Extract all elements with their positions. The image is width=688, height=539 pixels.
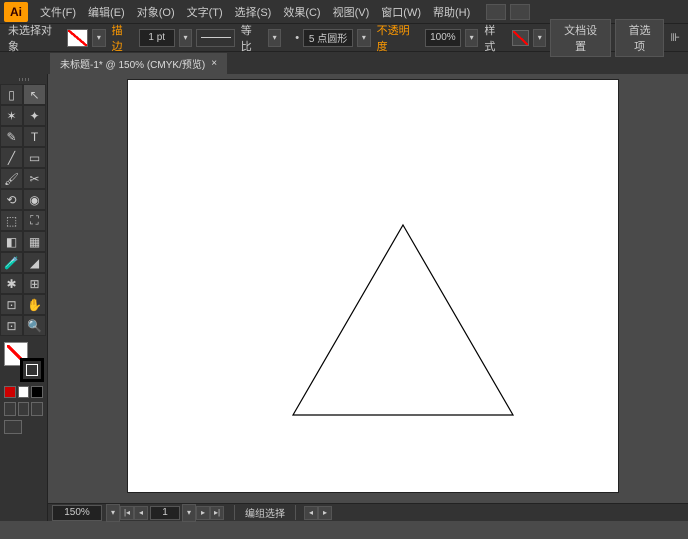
- blend-tool[interactable]: ◢: [23, 252, 46, 273]
- perspective-tool[interactable]: ⛶: [23, 210, 46, 231]
- print-tool[interactable]: ⊡: [0, 315, 23, 336]
- status-mode: 编组选择: [234, 505, 296, 520]
- shape-builder-tool[interactable]: ⬚: [0, 210, 23, 231]
- draw-inside[interactable]: [31, 402, 43, 416]
- canvas-area[interactable]: [48, 74, 688, 503]
- zoom-tool[interactable]: 🔍: [23, 315, 46, 336]
- brush-dropdown[interactable]: [357, 29, 371, 47]
- menu-help[interactable]: 帮助(H): [427, 4, 476, 20]
- selection-tool[interactable]: ↖: [23, 84, 46, 105]
- lasso-tool[interactable]: ✦: [23, 105, 46, 126]
- profile-dropdown[interactable]: [268, 29, 282, 47]
- nav-last[interactable]: ▸|: [210, 506, 224, 520]
- pen-tool[interactable]: ✎: [0, 126, 23, 147]
- profile-label: 等比: [239, 22, 264, 54]
- mesh-tool[interactable]: ◧: [0, 231, 23, 252]
- menu-object[interactable]: 对象(O): [131, 4, 181, 20]
- page-number[interactable]: 1: [150, 506, 180, 520]
- nav-first[interactable]: |◂: [120, 506, 134, 520]
- triangle-shape[interactable]: [288, 220, 518, 420]
- doc-setup-button[interactable]: 文档设置: [550, 19, 610, 57]
- opacity-label: 不透明度: [375, 22, 421, 54]
- menu-select[interactable]: 选择(S): [229, 4, 278, 20]
- status-bar: 150% |◂ ◂ 1 ▸ ▸| 编组选择 ◂ ▸: [48, 503, 688, 521]
- screen-mode[interactable]: [4, 420, 22, 434]
- selection-status: 未选择对象: [6, 22, 63, 54]
- stroke-profile[interactable]: [196, 29, 235, 47]
- more-options[interactable]: ⊪: [668, 31, 682, 44]
- artboard[interactable]: [128, 80, 618, 492]
- stroke-weight-input[interactable]: [139, 29, 175, 47]
- preferences-button[interactable]: 首选项: [615, 19, 665, 57]
- color-chip-red[interactable]: [4, 386, 16, 398]
- document-tab[interactable]: 未标题-1* @ 150% (CMYK/预览) ×: [50, 53, 227, 74]
- color-chip-none[interactable]: [31, 386, 43, 398]
- color-chip-white[interactable]: [18, 386, 30, 398]
- type-tool[interactable]: T: [23, 126, 46, 147]
- nav-prev[interactable]: ◂: [134, 506, 148, 520]
- fill-stroke-control[interactable]: [4, 342, 44, 382]
- zoom-input[interactable]: 150%: [52, 505, 102, 521]
- menu-effect[interactable]: 效果(C): [277, 4, 326, 20]
- artboard-tool[interactable]: ▯: [0, 84, 23, 105]
- style-swatch[interactable]: [512, 30, 529, 46]
- app-icon: Ai: [4, 2, 28, 22]
- close-icon[interactable]: ×: [211, 58, 217, 69]
- line-tool[interactable]: ╱: [0, 147, 23, 168]
- scroll-right[interactable]: ▸: [318, 506, 332, 520]
- toolbox: ▯↖ ✶✦ ✎T ╱▭ 🖌✂ ⟲◉ ⬚⛶ ◧▦ 🧪◢ ✱⊞ ⊡✋ ⊡🔍: [0, 74, 48, 521]
- layout-button-2[interactable]: [510, 4, 530, 20]
- zoom-dropdown[interactable]: [106, 504, 120, 522]
- gradient-tool[interactable]: ▦: [23, 231, 46, 252]
- hand-tool[interactable]: ✋: [23, 294, 46, 315]
- menu-type[interactable]: 文字(T): [181, 4, 229, 20]
- brush-input[interactable]: [303, 29, 353, 47]
- option-bar: 未选择对象 描边 等比 • 不透明度 样式 文档设置 首选项 ⊪: [0, 24, 688, 52]
- nav-next[interactable]: ▸: [196, 506, 210, 520]
- graph-tool[interactable]: ⊞: [23, 273, 46, 294]
- rotate-tool[interactable]: ⟲: [0, 189, 23, 210]
- brush-tool[interactable]: 🖌: [0, 168, 23, 189]
- stroke-dropdown[interactable]: [179, 29, 193, 47]
- opacity-input[interactable]: [425, 29, 461, 47]
- fill-swatch[interactable]: [67, 29, 88, 47]
- stroke-label: 描边: [110, 22, 135, 54]
- opacity-dropdown[interactable]: [465, 29, 479, 47]
- layout-button-1[interactable]: [486, 4, 506, 20]
- fill-dropdown[interactable]: [92, 29, 106, 47]
- menu-window[interactable]: 窗口(W): [375, 4, 427, 20]
- page-dropdown[interactable]: [182, 504, 196, 522]
- stroke-color[interactable]: [20, 358, 44, 382]
- menu-view[interactable]: 视图(V): [327, 4, 376, 20]
- menu-edit[interactable]: 编辑(E): [82, 4, 131, 20]
- symbol-tool[interactable]: ✱: [0, 273, 23, 294]
- draw-behind[interactable]: [18, 402, 30, 416]
- document-title: 未标题-1* @ 150% (CMYK/预览): [60, 56, 205, 71]
- scroll-left[interactable]: ◂: [304, 506, 318, 520]
- draw-normal[interactable]: [4, 402, 16, 416]
- pencil-tool[interactable]: ✂: [23, 168, 46, 189]
- style-dropdown[interactable]: [533, 29, 547, 47]
- menu-file[interactable]: 文件(F): [34, 4, 82, 20]
- eyedropper-tool[interactable]: 🧪: [0, 252, 23, 273]
- width-tool[interactable]: ◉: [23, 189, 46, 210]
- magic-wand-tool[interactable]: ✶: [0, 105, 23, 126]
- rectangle-tool[interactable]: ▭: [23, 147, 46, 168]
- style-label: 样式: [482, 22, 507, 54]
- slice-tool[interactable]: ⊡: [0, 294, 23, 315]
